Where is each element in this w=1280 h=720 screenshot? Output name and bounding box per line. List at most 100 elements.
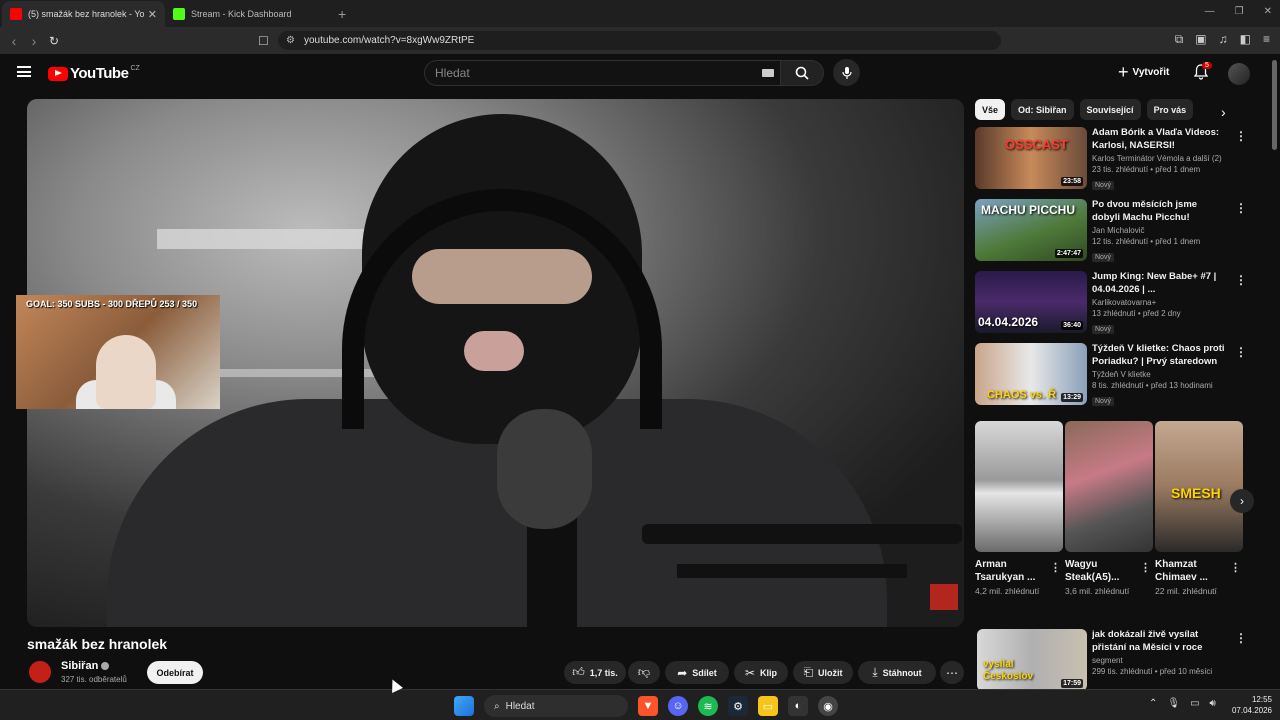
microphone-tray-icon[interactable]: 🎙︎ [1167,698,1180,709]
video-rec-title[interactable]: Po dvou měsících jsme dobyli Machu Picch… [1092,199,1227,224]
voice-search-button[interactable] [833,59,860,86]
video-rec-channel[interactable]: segment [1092,656,1227,665]
like-button[interactable]: 👍︎ 1,7 tis. [564,661,626,684]
search-button[interactable] [781,60,824,86]
app-icon[interactable]: ◐ [788,696,808,716]
download-button[interactable]: ⤓ Stáhnout [858,661,936,684]
more-actions-button[interactable]: ⋯ [940,661,964,684]
short-thumbnail[interactable] [1065,421,1153,552]
video-rec-views: 13 zhlédnutí • před 2 dny [1092,309,1181,318]
sidebar-icon[interactable]: ▣ [1195,32,1206,47]
extensions-icon[interactable]: ⧉ [1175,32,1184,47]
panel-icon[interactable]: ◧ [1240,32,1251,47]
video-rec-title[interactable]: Adam Bórik a Vlaďa Videos: Karlosi, NASE… [1092,127,1227,152]
create-button[interactable]: + Vytvořit [1118,62,1169,82]
reload-icon[interactable]: ↻ [44,34,64,48]
more-vertical-icon[interactable]: ⋮ [1140,561,1151,574]
video-thumbnail[interactable]: MACHU PICCHU 2:47:47 [975,199,1087,261]
new-tab-icon[interactable]: + [338,6,346,22]
shorts-next-button[interactable]: › [1230,489,1254,513]
new-badge: Nový [1092,397,1114,406]
video-rec-channel[interactable]: Karlikovatovarna+ [1092,298,1227,307]
video-thumbnail[interactable]: OSSCAST 23:58 [975,127,1087,189]
video-rec-title[interactable]: Týždeň V klietke: Chaos proti Poriadku? … [1092,343,1227,368]
chip-all[interactable]: Vše [975,99,1006,120]
short-thumbnail[interactable] [975,421,1063,552]
maximize-icon[interactable]: ❐ [1235,6,1244,17]
channel-watermark[interactable] [930,584,958,610]
video-rec-channel[interactable]: Karlos Terminátor Vémola a další (2) [1092,154,1227,163]
hamburger-menu-icon[interactable] [17,66,31,77]
file-explorer-icon[interactable]: ▭ [758,696,778,716]
chip-related[interactable]: Související [1079,99,1141,120]
video-rec-title[interactable]: jak dokázali živě vysílat přistání na Mě… [1092,629,1227,654]
more-vertical-icon[interactable]: ⋮ [1235,345,1247,359]
more-vertical-icon[interactable]: ⋮ [1235,129,1247,143]
list-item[interactable]: CHAOS vs. Ř 13:29 Týždeň V klietke: Chao… [975,343,1255,407]
music-icon[interactable]: ♫ [1219,32,1228,47]
short-title[interactable]: Arman Tsarukyan ... [975,558,1051,584]
channel-avatar[interactable] [27,659,53,685]
bookmark-icon[interactable]: ☐ [258,34,269,48]
video-thumbnail[interactable]: vysílal Českoslov 17:59 [977,629,1087,691]
close-tab-icon[interactable]: ✕ [148,8,157,21]
channel-name[interactable]: Sibiřan [61,660,110,672]
short-item[interactable]: Wagyu Steak(A5)... 3,6 mil. zhlédnutí ⋮ [1065,421,1153,597]
video-thumbnail[interactable]: 04.04.2026 36:40 [975,271,1087,333]
list-item[interactable]: vysílal Českoslov 17:59 jak dokázali živ… [975,629,1255,693]
steam-icon[interactable]: ⚙ [728,696,748,716]
keyboard-icon[interactable] [762,69,774,77]
chip-from-channel[interactable]: Od: Sibiřan [1011,99,1074,120]
more-vertical-icon[interactable]: ⋮ [1050,561,1061,574]
more-vertical-icon[interactable]: ⋮ [1235,273,1247,287]
youtube-logo[interactable]: YouTube CZ [48,65,140,82]
more-vertical-icon[interactable]: ⋮ [1235,201,1247,215]
back-icon[interactable]: ‹ [4,33,24,49]
clock[interactable]: 12:55 07.04.2026 [1222,694,1272,716]
chip-for-you[interactable]: Pro vás [1146,99,1194,120]
tab-youtube[interactable]: (5) smažák bez hranolek - YouTube ✕ [2,1,165,27]
user-avatar[interactable] [1228,63,1250,85]
list-item[interactable]: 04.04.2026 36:40 Jump King: New Babe+ #7… [975,271,1255,335]
menu-icon[interactable]: ≡ [1263,32,1270,47]
save-button[interactable]: ⎗ Uložit [793,661,853,684]
short-item[interactable]: SMESH Khamzat Chimaev ... 22 mil. zhlédn… [1155,421,1243,597]
spotify-icon[interactable]: ≋ [698,696,718,716]
tab-kick[interactable]: Stream - Kick Dashboard [165,1,328,27]
video-rec-channel[interactable]: Týždeň V klietke [1092,370,1227,379]
short-thumbnail[interactable]: SMESH [1155,421,1243,552]
share-button[interactable]: ➦ Sdílet [665,661,729,684]
list-item[interactable]: MACHU PICCHU 2:47:47 Po dvou měsících js… [975,199,1255,263]
dislike-button[interactable]: 👎︎ [628,661,660,684]
video-rec-title[interactable]: Jump King: New Babe+ #7 | 04.04.2026 | .… [1092,271,1227,296]
volume-icon[interactable]: 🔊︎ [1210,698,1216,709]
clip-button[interactable]: ✂ Klip [734,661,788,684]
duration-badge: 23:58 [1061,177,1083,186]
monitor-icon[interactable]: ▭ [1190,698,1199,709]
taskbar-search[interactable]: ⌕ Hledat [484,695,628,717]
short-title[interactable]: Wagyu Steak(A5)... [1065,558,1141,584]
obs-icon[interactable]: ◉ [818,696,838,716]
list-item[interactable]: OSSCAST 23:58 Adam Bórik a Vlaďa Videos:… [975,127,1255,191]
more-vertical-icon[interactable]: ⋮ [1230,561,1241,574]
webcam-person [96,335,156,409]
page-scrollbar[interactable] [1272,60,1277,150]
site-info-icon[interactable]: ⚙ [286,35,295,46]
video-thumbnail[interactable]: CHAOS vs. Ř 13:29 [975,343,1087,405]
short-title[interactable]: Khamzat Chimaev ... [1155,558,1231,584]
forward-icon[interactable]: › [24,33,44,49]
minimize-icon[interactable]: — [1205,6,1215,17]
short-item[interactable]: Arman Tsarukyan ... 4,2 mil. zhlédnutí ⋮ [975,421,1063,597]
discord-icon[interactable]: ☺ [668,696,688,716]
chevron-up-icon[interactable]: ⌃ [1149,698,1157,709]
close-window-icon[interactable]: ✕ [1264,6,1272,17]
more-vertical-icon[interactable]: ⋮ [1235,631,1247,645]
subscribe-button[interactable]: Odebírat [147,661,203,684]
brave-icon[interactable]: ▼ [638,696,658,716]
search-input[interactable] [424,60,781,86]
url-bar[interactable]: ☐ ⚙ youtube.com/watch?v=8xgWw9ZRtPE [258,31,1001,50]
video-rec-channel[interactable]: Jan Michalovič [1092,226,1227,235]
windows-start-icon[interactable] [454,696,474,716]
system-tray: ⌃ 🎙︎ ▭ 🔊︎ [1149,698,1216,709]
chevron-right-icon[interactable]: › [1221,104,1226,120]
